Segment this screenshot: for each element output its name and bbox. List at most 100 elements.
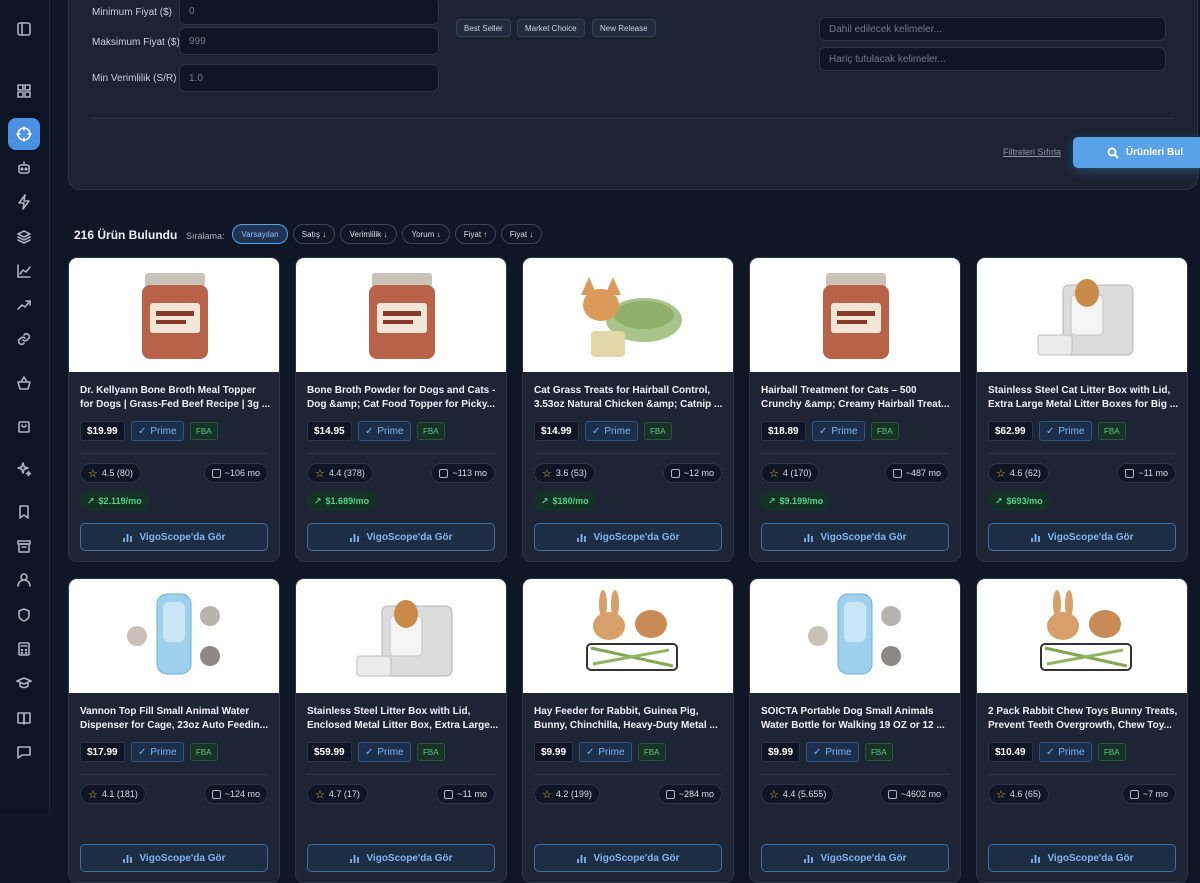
crosshair-icon[interactable] [8, 118, 40, 150]
product-card[interactable]: 2 Pack Rabbit Chew Toys Bunny Treats, Pr… [976, 578, 1188, 883]
sort-reviews[interactable]: Yorum ↓ [402, 224, 450, 244]
product-card[interactable]: Bone Broth Powder for Dogs and Cats - Do… [295, 257, 507, 562]
product-card[interactable]: Stainless Steel Cat Litter Box with Lid,… [976, 257, 1188, 562]
view-in-vigoscope-button[interactable]: VigoScope'da Gör [534, 523, 722, 551]
product-card[interactable]: Cat Grass Treats for Hairball Control, 3… [522, 257, 734, 562]
product-card[interactable]: Vannon Top Fill Small Animal Water Dispe… [68, 578, 280, 883]
sort-efficiency[interactable]: Verimlilik ↓ [340, 224, 397, 244]
bar-chart-icon [576, 853, 587, 864]
product-price: $19.99 [80, 421, 125, 441]
sort-price-desc[interactable]: Fiyat ↓ [501, 224, 542, 244]
view-in-vigoscope-button[interactable]: VigoScope'da Gör [80, 844, 268, 872]
prime-label: Prime [150, 426, 176, 437]
view-in-vigoscope-button[interactable]: VigoScope'da Gör [988, 844, 1176, 872]
badge-market-choice[interactable]: Market Choice [517, 19, 585, 37]
min-price-input[interactable]: 0 [179, 0, 439, 25]
product-title[interactable]: Bone Broth Powder for Dogs and Cats - Do… [307, 384, 499, 412]
product-image[interactable] [977, 579, 1188, 693]
lightning-icon[interactable] [8, 186, 40, 218]
view-in-vigoscope-button[interactable]: VigoScope'da Gör [80, 523, 268, 551]
prime-label: Prime [150, 747, 176, 758]
bookmark-icon[interactable] [8, 496, 40, 528]
trending-up-icon[interactable] [8, 289, 40, 321]
find-products-button[interactable]: Ürünleri Bul [1073, 137, 1200, 168]
product-title[interactable]: Vannon Top Fill Small Animal Water Dispe… [80, 705, 272, 733]
badge-best-seller[interactable]: Best Seller [456, 19, 511, 37]
revenue-badge: ↗$180/mo [534, 491, 596, 511]
bar-chart-icon [1030, 853, 1041, 864]
months-badge: ~284 mo [658, 784, 722, 804]
sort-sales[interactable]: Satış ↓ [293, 224, 335, 244]
product-price: $59.99 [307, 742, 352, 762]
product-image[interactable] [523, 579, 734, 693]
dashboard-icon[interactable] [8, 75, 40, 107]
badge-new-release[interactable]: New Release [592, 19, 656, 37]
view-in-vigoscope-button[interactable]: VigoScope'da Gör [307, 523, 495, 551]
link-icon[interactable] [8, 323, 40, 355]
include-keywords-input[interactable]: Dahil edilecek kelimeler... [819, 17, 1166, 41]
product-image[interactable] [296, 579, 507, 693]
product-title[interactable]: Stainless Steel Cat Litter Box with Lid,… [988, 384, 1180, 412]
months-value: ~124 mo [225, 789, 260, 799]
product-card[interactable]: Stainless Steel Litter Box with Lid, Enc… [295, 578, 507, 883]
product-price: $9.99 [534, 742, 573, 762]
shopping-bag-icon[interactable] [8, 410, 40, 442]
box-icon [666, 790, 675, 799]
product-card[interactable]: Hairball Treatment for Cats – 500 Crunch… [749, 257, 961, 562]
product-title[interactable]: 2 Pack Rabbit Chew Toys Bunny Treats, Pr… [988, 705, 1180, 733]
sparkles-icon[interactable] [8, 453, 40, 485]
min-efficiency-input[interactable]: 1.0 [179, 64, 439, 92]
prime-badge: ✓Prime [1039, 742, 1092, 762]
product-price: $17.99 [80, 742, 125, 762]
product-title[interactable]: Hay Feeder for Rabbit, Guinea Pig, Bunny… [534, 705, 726, 733]
book-icon[interactable] [8, 702, 40, 734]
view-in-vigoscope-button[interactable]: VigoScope'da Gör [307, 844, 495, 872]
product-image[interactable] [750, 579, 961, 693]
product-title[interactable]: Cat Grass Treats for Hairball Control, 3… [534, 384, 726, 412]
product-card[interactable]: Dr. Kellyann Bone Broth Meal Topper for … [68, 257, 280, 562]
layers-icon[interactable] [8, 221, 40, 253]
revenue-value: $2.119/mo [99, 496, 142, 506]
line-chart-icon[interactable] [8, 255, 40, 287]
product-title[interactable]: Hairball Treatment for Cats – 500 Crunch… [761, 384, 953, 412]
product-image[interactable] [977, 258, 1188, 372]
view-in-vigoscope-button[interactable]: VigoScope'da Gör [761, 523, 949, 551]
product-title[interactable]: Stainless Steel Litter Box with Lid, Enc… [307, 705, 499, 733]
product-title[interactable]: SOICTA Portable Dog Small Animals Water … [761, 705, 953, 733]
calculator-icon[interactable] [8, 633, 40, 665]
view-in-vigoscope-button[interactable]: VigoScope'da Gör [761, 844, 949, 872]
view-button-label: VigoScope'da Gör [1047, 532, 1133, 543]
view-in-vigoscope-button[interactable]: VigoScope'da Gör [988, 523, 1176, 551]
product-image[interactable] [523, 258, 734, 372]
check-icon: ✓ [138, 747, 146, 758]
product-card[interactable]: Hay Feeder for Rabbit, Guinea Pig, Bunny… [522, 578, 734, 883]
box-icon [1130, 790, 1139, 799]
product-image[interactable] [69, 579, 280, 693]
archive-icon[interactable] [8, 530, 40, 562]
exclude-keywords-input[interactable]: Hariç tutulacak kelimeler... [819, 47, 1166, 71]
max-price-input[interactable]: 999 [179, 27, 439, 55]
product-image[interactable] [296, 258, 507, 372]
view-in-vigoscope-button[interactable]: VigoScope'da Gör [534, 844, 722, 872]
shield-icon[interactable] [8, 599, 40, 631]
bar-chart-icon [122, 532, 133, 543]
sidebar-toggle-icon[interactable] [8, 13, 40, 45]
months-value: ~12 mo [684, 468, 714, 478]
graduation-cap-icon[interactable] [8, 667, 40, 699]
robot-icon[interactable] [8, 152, 40, 184]
rating-badge: ☆4.2 (199) [534, 784, 600, 804]
reset-filters-link[interactable]: Filtreleri Sıfırla [1003, 147, 1061, 157]
basket-icon[interactable] [8, 367, 40, 399]
revenue-badge: ↗$2.119/mo [80, 491, 149, 511]
user-icon[interactable] [8, 564, 40, 596]
sort-default[interactable]: Varsayılan [232, 224, 288, 244]
product-card[interactable]: SOICTA Portable Dog Small Animals Water … [749, 578, 961, 883]
product-title[interactable]: Dr. Kellyann Bone Broth Meal Topper for … [80, 384, 272, 412]
product-image[interactable] [69, 258, 280, 372]
star-icon: ☆ [88, 788, 98, 801]
sort-price-asc[interactable]: Fiyat ↑ [455, 224, 496, 244]
product-price: $62.99 [988, 421, 1033, 441]
product-image[interactable] [750, 258, 961, 372]
card-divider [80, 453, 268, 454]
chat-icon[interactable] [8, 736, 40, 768]
